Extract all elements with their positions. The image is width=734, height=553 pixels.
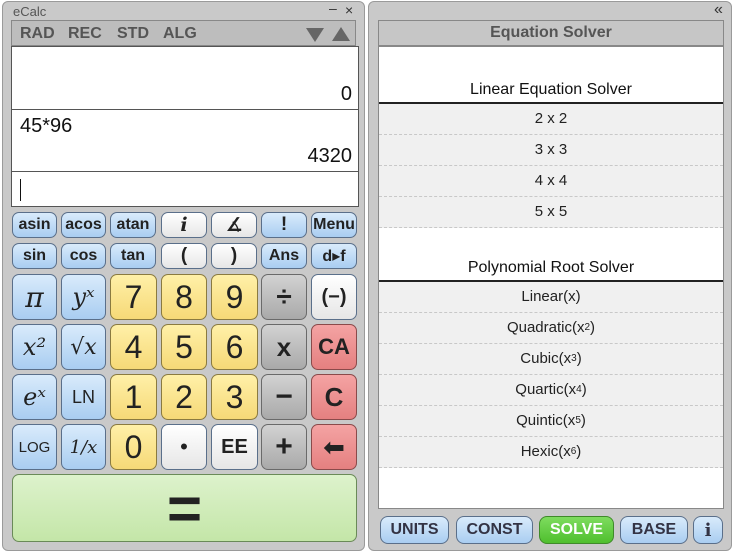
poly-cubic-item[interactable]: Cubic(x3) bbox=[379, 344, 723, 375]
digit-1-key[interactable]: 1 bbox=[110, 374, 157, 420]
mode-format-std[interactable]: STD bbox=[117, 25, 149, 43]
info-icon[interactable]: i bbox=[693, 516, 723, 544]
tab-const[interactable]: CONST bbox=[456, 516, 533, 544]
digit-9-key[interactable]: 9 bbox=[211, 274, 258, 320]
log-key[interactable]: LOG bbox=[12, 424, 57, 470]
acos-key[interactable]: acos bbox=[61, 212, 106, 238]
open-paren-key[interactable]: ( bbox=[161, 243, 207, 269]
ans-key[interactable]: Ans bbox=[261, 243, 307, 269]
mode-angle-rad[interactable]: RAD bbox=[20, 25, 55, 43]
linear-4x4-item[interactable]: 4 x 4 bbox=[379, 166, 723, 197]
ln-key[interactable]: LN bbox=[61, 374, 106, 420]
reciprocal-key[interactable]: 1/x bbox=[61, 424, 106, 470]
exp-key[interactable]: eˣ bbox=[12, 374, 57, 420]
power-key[interactable]: yˣ bbox=[61, 274, 106, 320]
tab-base[interactable]: BASE bbox=[620, 516, 688, 544]
linear-2x2-item[interactable]: 2 x 2 bbox=[379, 104, 723, 135]
solver-panel: « Equation Solver Linear Equation Solver… bbox=[368, 1, 732, 551]
poly-hexic-item[interactable]: Hexic(x6) bbox=[379, 437, 723, 468]
imaginary-key[interactable]: i bbox=[161, 212, 207, 238]
mode-entry-alg[interactable]: ALG bbox=[163, 25, 197, 43]
clear-all-key[interactable]: CA bbox=[311, 324, 357, 370]
tab-solve[interactable]: SOLVE bbox=[539, 516, 614, 544]
equals-key[interactable]: = bbox=[12, 474, 357, 542]
close-icon[interactable]: × bbox=[345, 2, 353, 18]
history-expression: 45*96 bbox=[20, 115, 73, 137]
digit-2-key[interactable]: 2 bbox=[161, 374, 207, 420]
negate-key[interactable]: (−) bbox=[311, 274, 357, 320]
digit-7-key[interactable]: 7 bbox=[110, 274, 157, 320]
square-key[interactable]: x² bbox=[12, 324, 57, 370]
close-paren-key[interactable]: ) bbox=[211, 243, 257, 269]
atan-key[interactable]: atan bbox=[110, 212, 156, 238]
multiply-key[interactable]: x bbox=[261, 324, 307, 370]
app-title: eCalc bbox=[13, 4, 47, 19]
linear-3x3-item[interactable]: 3 x 3 bbox=[379, 135, 723, 166]
pi-key[interactable]: π bbox=[12, 274, 57, 320]
minimize-icon[interactable]: – bbox=[329, 0, 337, 16]
display-divider bbox=[12, 171, 358, 172]
sqrt-key[interactable]: √x bbox=[61, 324, 106, 370]
divide-key[interactable]: ÷ bbox=[261, 274, 307, 320]
display-divider bbox=[12, 109, 358, 110]
solver-header: Equation Solver bbox=[378, 20, 724, 46]
cos-key[interactable]: cos bbox=[61, 243, 106, 269]
scroll-up-icon[interactable] bbox=[332, 27, 350, 41]
poly-quintic-item[interactable]: Quintic(x5) bbox=[379, 406, 723, 437]
tan-key[interactable]: tan bbox=[110, 243, 156, 269]
angle-icon[interactable]: ∡ bbox=[211, 212, 257, 238]
solver-list: Linear Equation Solver 2 x 2 3 x 3 4 x 4… bbox=[378, 46, 724, 509]
history-result: 4320 bbox=[307, 145, 353, 167]
poly-linear-item[interactable]: Linear(x) bbox=[379, 282, 723, 313]
subtract-key[interactable]: − bbox=[261, 374, 307, 420]
clear-key[interactable]: C bbox=[311, 374, 357, 420]
backspace-icon[interactable]: ⬅ bbox=[311, 424, 357, 470]
digit-4-key[interactable]: 4 bbox=[110, 324, 157, 370]
exponent-ee-key[interactable]: EE bbox=[211, 424, 258, 470]
asin-key[interactable]: asin bbox=[12, 212, 57, 238]
decimal-fraction-key[interactable]: d▸f bbox=[311, 243, 357, 269]
decimal-point-key[interactable]: • bbox=[161, 424, 207, 470]
digit-3-key[interactable]: 3 bbox=[211, 374, 258, 420]
mode-coord-rec[interactable]: REC bbox=[68, 25, 102, 43]
mode-bar: RAD REC STD ALG bbox=[11, 20, 356, 46]
add-key[interactable]: + bbox=[261, 424, 307, 470]
sin-key[interactable]: sin bbox=[12, 243, 57, 269]
digit-8-key[interactable]: 8 bbox=[161, 274, 207, 320]
text-cursor bbox=[20, 179, 21, 201]
tab-units[interactable]: UNITS bbox=[380, 516, 449, 544]
calculator-display: 0 45*96 4320 bbox=[11, 46, 359, 207]
poly-quartic-item[interactable]: Quartic(x4) bbox=[379, 375, 723, 406]
calculator-panel: eCalc – × RAD REC STD ALG 0 45*96 4320 a… bbox=[2, 0, 365, 551]
scroll-down-icon[interactable] bbox=[306, 28, 324, 42]
linear-solver-title: Linear Equation Solver bbox=[470, 81, 632, 98]
digit-5-key[interactable]: 5 bbox=[161, 324, 207, 370]
previous-result: 0 bbox=[340, 83, 352, 105]
collapse-icon[interactable]: « bbox=[714, 1, 723, 19]
digit-6-key[interactable]: 6 bbox=[211, 324, 258, 370]
poly-quadratic-item[interactable]: Quadratic(x2) bbox=[379, 313, 723, 344]
menu-key[interactable]: Menu bbox=[311, 212, 357, 238]
polynomial-solver-title: Polynomial Root Solver bbox=[467, 259, 635, 276]
digit-0-key[interactable]: 0 bbox=[110, 424, 157, 470]
linear-5x5-item[interactable]: 5 x 5 bbox=[379, 197, 723, 228]
factorial-key[interactable]: ! bbox=[261, 212, 307, 238]
